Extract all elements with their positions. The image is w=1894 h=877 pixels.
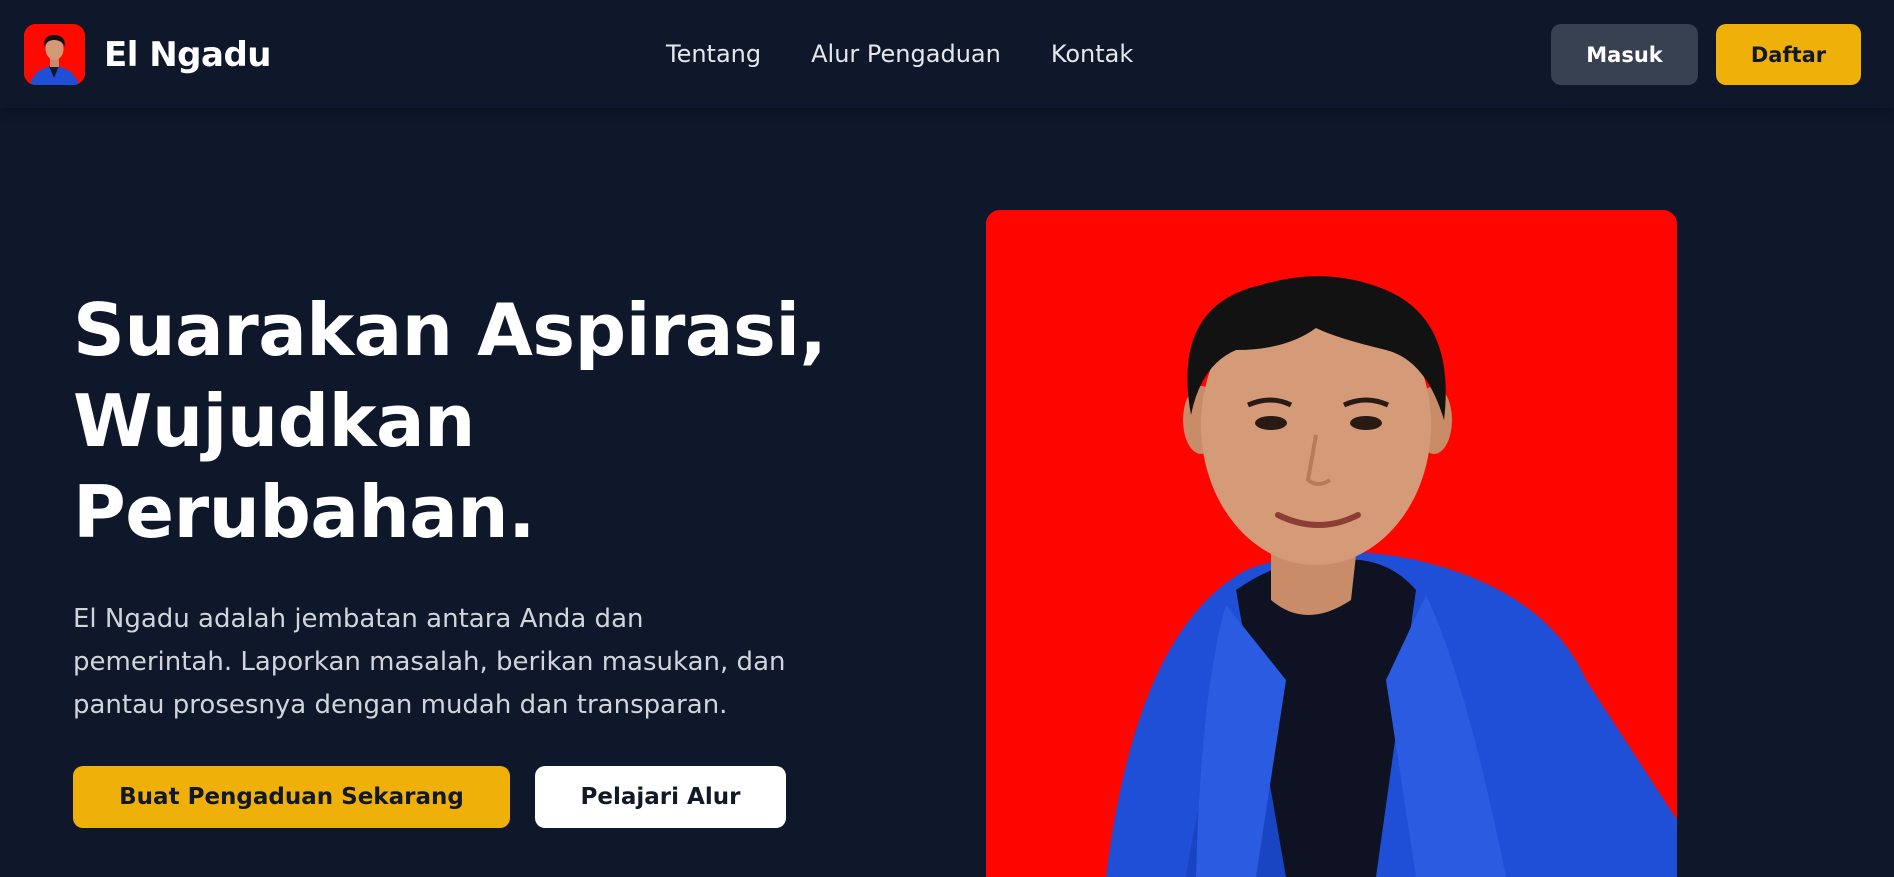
profile-photo-icon	[24, 24, 85, 85]
main-nav: Tentang Alur Pengaduan Kontak	[666, 36, 1133, 72]
hero-description-line: pantau prosesnya dengan mudah dan transp…	[73, 690, 728, 720]
login-button[interactable]: Masuk	[1551, 24, 1698, 85]
hero-title-line: Suarakan Aspirasi,	[73, 288, 827, 372]
hero-description: El Ngadu adalah jembatan antara Anda dan…	[73, 598, 853, 727]
brand-link[interactable]: El Ngadu	[24, 24, 272, 85]
nav-link-kontak[interactable]: Kontak	[1051, 40, 1133, 68]
hero-title-line: Perubahan.	[73, 470, 535, 554]
hero-title: Suarakan Aspirasi, Wujudkan Perubahan.	[73, 285, 873, 558]
navbar: El Ngadu Tentang Alur Pengaduan Kontak M…	[0, 0, 1894, 108]
create-complaint-button[interactable]: Buat Pengaduan Sekarang	[73, 766, 510, 828]
hero-description-line: pemerintah. Laporkan masalah, berikan ma…	[73, 647, 786, 677]
landing-page: El Ngadu Tentang Alur Pengaduan Kontak M…	[0, 0, 1894, 877]
nav-link-alur-pengaduan[interactable]: Alur Pengaduan	[811, 40, 1001, 68]
hero-portrait-image	[986, 210, 1677, 877]
register-button[interactable]: Daftar	[1716, 24, 1861, 85]
learn-flow-button[interactable]: Pelajari Alur	[535, 766, 786, 828]
hero-title-line: Wujudkan	[73, 379, 475, 463]
hero-description-line: El Ngadu adalah jembatan antara Anda dan	[73, 604, 644, 634]
portrait-photo	[986, 210, 1677, 877]
nav-link-tentang[interactable]: Tentang	[666, 40, 761, 68]
brand-name: El Ngadu	[104, 34, 272, 75]
